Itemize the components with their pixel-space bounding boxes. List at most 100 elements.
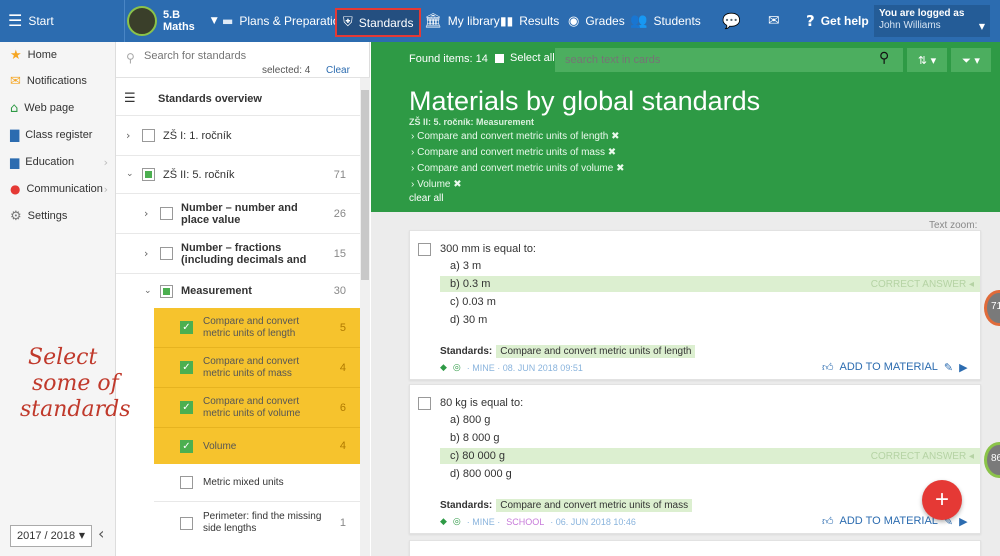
checkbox[interactable] <box>160 247 173 260</box>
grades-tab[interactable]: ◉ Grades <box>568 0 625 42</box>
checkbox[interactable] <box>160 284 173 298</box>
clear-all-filters[interactable]: clear all <box>409 193 443 204</box>
sidebar-item-education[interactable]: ▆ Education › <box>0 149 116 175</box>
card-select-checkbox[interactable] <box>418 397 431 410</box>
remove-filter-icon[interactable]: ✖ <box>611 132 619 142</box>
question-card: 300 mm is equal to: a) 3 m b) 0.3 m CORR… <box>409 230 981 380</box>
checkbox-checked[interactable]: ✓ <box>180 439 193 453</box>
sidebar-item-notifications[interactable]: ✉ Notifications <box>0 68 116 94</box>
item-count: 15 <box>333 247 346 260</box>
grades-label: Grades <box>585 14 625 28</box>
tree-item-selected[interactable]: ✓ Compare and convert metric units of ma… <box>154 348 360 388</box>
tree-item[interactable]: › Number – fractions (including decimals… <box>116 234 360 274</box>
library-tab[interactable]: 🏛 My library <box>424 0 500 42</box>
standards-scrollbar[interactable] <box>360 78 370 556</box>
tree-item[interactable]: › Number – number and place value 26 <box>116 194 360 234</box>
answer-text: 80 000 g <box>462 450 506 462</box>
answer-text: 8 000 g <box>462 432 500 444</box>
answer-key: d) <box>450 314 460 326</box>
checkbox[interactable] <box>142 168 155 181</box>
active-filter[interactable]: › Volume ✖ <box>411 179 462 190</box>
question-card: 80 kg is equal to: a) 800 g b) 8 000 g c… <box>409 384 981 534</box>
tree-item-label: Perimeter: find the missing side lengths <box>203 511 322 534</box>
add-fab-button[interactable]: + <box>922 480 962 520</box>
item-count: 4 <box>339 361 346 374</box>
side-badge[interactable]: 71 <box>984 290 1000 326</box>
standard-tag[interactable]: Compare and convert metric units of leng… <box>496 345 696 358</box>
sidebar-item-home[interactable]: ★ Home <box>0 42 116 68</box>
checkbox[interactable] <box>180 516 193 530</box>
answer-key: c) <box>450 296 460 308</box>
checkbox-checked[interactable]: ✓ <box>180 401 193 414</box>
standards-overview-row[interactable]: ☰ Standards overview <box>116 82 360 116</box>
answer-key: b) <box>450 432 460 444</box>
checkbox-checked[interactable]: ✓ <box>180 321 193 334</box>
results-tab[interactable]: ▮▮ Results <box>500 0 559 42</box>
standards-tab[interactable]: ⛨ Standards <box>335 8 422 37</box>
hamburger-icon: ☰ <box>8 11 23 30</box>
meta-mine: · MINE · <box>466 517 501 527</box>
correct-answer-text: CORRECT ANSWER <box>870 450 967 462</box>
tree-item-label: ZŠ I: 1. ročník <box>163 129 232 142</box>
answer-text: 800 000 g <box>462 468 512 480</box>
active-filter[interactable]: › Compare and convert metric units of ma… <box>411 147 616 158</box>
filter-button[interactable]: ⏷ ▾ <box>951 48 991 72</box>
annotation-line: standards <box>20 397 131 422</box>
answer-key: c) <box>450 450 460 462</box>
collapse-chevron-icon[interactable]: ‹ <box>98 526 104 542</box>
checkbox[interactable] <box>160 207 173 220</box>
standards-search-input[interactable] <box>144 50 344 62</box>
sidebar-item-settings[interactable]: ⚙ Settings <box>0 203 116 229</box>
class-selector[interactable]: 5.B Maths ▼ <box>124 0 218 42</box>
sidebar-item-label: Communication <box>26 183 103 195</box>
clear-selection-link[interactable]: Clear <box>326 65 350 76</box>
filter-label: Compare and convert metric units of mass <box>417 147 605 158</box>
card-search-input[interactable] <box>555 48 903 72</box>
sidebar-item-web-page[interactable]: ⌂ Web page <box>0 95 116 121</box>
remove-filter-icon[interactable]: ✖ <box>616 164 624 174</box>
remove-filter-icon[interactable]: ✖ <box>608 148 616 158</box>
user-menu[interactable]: You are logged as John Williams ▼ <box>874 5 990 37</box>
checkbox[interactable] <box>142 129 155 142</box>
students-tab[interactable]: 👥 Students <box>630 0 701 42</box>
help-button[interactable]: ? Get help <box>806 0 869 42</box>
card-select-checkbox[interactable] <box>418 243 431 256</box>
school-year-select[interactable]: 2017 / 2018 ▼ <box>10 525 92 547</box>
left-sidebar: ★ Home ✉ Notifications ⌂ Web page ▇ Clas… <box>0 42 116 556</box>
tree-item-selected[interactable]: ✓ Compare and convert metric units of le… <box>154 308 360 348</box>
chat-button[interactable]: 💬 <box>722 0 741 42</box>
sidebar-item-communication[interactable]: ● Communication › <box>0 176 116 202</box>
active-filter[interactable]: › Compare and convert metric units of le… <box>411 131 620 142</box>
pencil-icon[interactable]: ✎ <box>944 362 953 373</box>
checkbox-checked[interactable]: ✓ <box>180 361 193 374</box>
add-to-material-button[interactable]: 👍︎ ADD TO MATERIAL ✎ ▶ <box>822 361 968 373</box>
question-text: 300 mm is equal to: <box>440 243 536 255</box>
active-filter[interactable]: › Compare and convert metric units of vo… <box>411 163 624 174</box>
standard-tag[interactable]: Compare and convert metric units of mass <box>496 499 693 512</box>
sidebar-item-label: Education <box>25 156 75 168</box>
scrollbar-thumb[interactable] <box>361 90 369 280</box>
select-all-control[interactable]: Select all <box>495 52 555 64</box>
side-badge[interactable]: 86 <box>984 442 1000 478</box>
start-menu[interactable]: ☰ Start <box>8 0 54 42</box>
search-icon[interactable]: ⚲ <box>879 51 889 65</box>
tree-item[interactable]: Perimeter: find the missing side lengths… <box>154 502 360 544</box>
tree-item-selected[interactable]: ✓ Volume 4 <box>154 428 360 464</box>
sidebar-item-class-register[interactable]: ▇ Class register <box>0 122 116 148</box>
tree-item-selected[interactable]: ✓ Compare and convert metric units of vo… <box>154 388 360 428</box>
tree-item[interactable]: ⌄ ZŠ II: 5. ročník 71 <box>116 156 360 194</box>
tree-item[interactable]: › ZŠ I: 1. ročník <box>116 116 360 156</box>
checkbox[interactable] <box>180 476 193 489</box>
play-icon[interactable]: ▶ <box>959 516 967 527</box>
mail-button[interactable]: ✉ <box>768 0 780 42</box>
sort-button[interactable]: ⇅ ▾ <box>907 48 947 72</box>
select-all-label: Select all <box>510 52 555 64</box>
answer-key: b) <box>450 278 460 290</box>
chevron-right-icon: › <box>144 247 149 260</box>
plans-tab[interactable]: ▬ Plans & Preparations <box>222 0 352 42</box>
select-all-checkbox[interactable] <box>495 53 504 63</box>
tree-item[interactable]: Metric mixed units <box>154 464 360 502</box>
play-icon[interactable]: ▶ <box>959 362 967 373</box>
remove-filter-icon[interactable]: ✖ <box>453 180 461 190</box>
tree-item[interactable]: ⌄ Measurement 30 <box>116 274 360 308</box>
